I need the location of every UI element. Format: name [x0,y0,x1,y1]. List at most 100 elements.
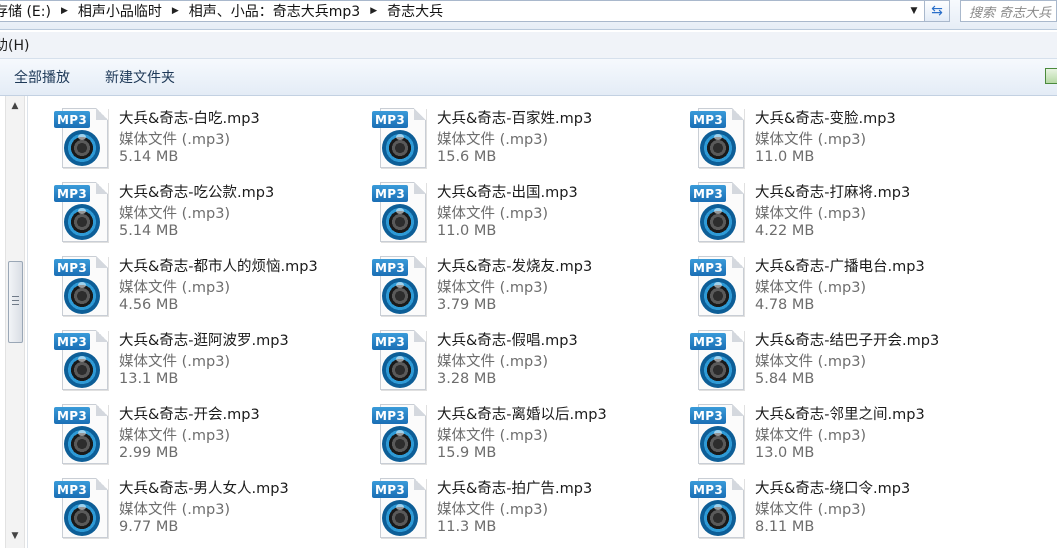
file-type: 媒体文件 (.mp3) [119,354,231,370]
file-item[interactable]: MP3 大兵&奇志-拍广告.mp3 媒体文件 (.mp3) 11.3 MB [372,474,690,548]
file-item[interactable]: MP3 大兵&奇志-假唱.mp3 媒体文件 (.mp3) 3.28 MB [372,326,690,400]
file-size: 13.0 MB [755,445,815,461]
scroll-down-arrow-icon[interactable]: ▼ [6,528,24,544]
mp3-badge: MP3 [372,259,408,276]
file-type: 媒体文件 (.mp3) [119,132,231,148]
disc-icon [382,130,418,166]
file-size: 3.79 MB [437,297,497,313]
mp3-file-icon: MP3 [690,256,746,316]
breadcrumb-drive[interactable]: 存储 (E:) [0,1,55,21]
file-size: 9.77 MB [119,519,179,535]
file-size: 15.9 MB [437,445,497,461]
file-item[interactable]: MP3 大兵&奇志-出国.mp3 媒体文件 (.mp3) 11.0 MB [372,178,690,252]
file-item[interactable]: MP3 大兵&奇志-都市人的烦恼.mp3 媒体文件 (.mp3) 4.56 MB [54,252,372,326]
file-item[interactable]: MP3 大兵&奇志-打麻将.mp3 媒体文件 (.mp3) 4.22 MB [690,178,1008,252]
file-type: 媒体文件 (.mp3) [755,280,867,296]
file-name: 大兵&奇志-打麻将.mp3 [755,185,911,201]
disc-icon [700,500,736,536]
file-item[interactable]: MP3 大兵&奇志-开会.mp3 媒体文件 (.mp3) 2.99 MB [54,400,372,474]
refresh-icon: ⇆ [931,3,943,19]
file-name: 大兵&奇志-出国.mp3 [437,185,578,201]
scroll-up-arrow-icon[interactable]: ▲ [6,98,24,114]
refresh-button[interactable]: ⇆ [925,0,950,22]
disc-icon [700,204,736,240]
mp3-badge: MP3 [690,111,726,128]
mp3-file-icon: MP3 [690,182,746,242]
file-size: 13.1 MB [119,371,179,387]
breadcrumb-separator-icon[interactable]: ▶ [166,6,185,16]
file-name: 大兵&奇志-广播电台.mp3 [755,259,925,275]
file-item[interactable]: MP3 大兵&奇志-百家姓.mp3 媒体文件 (.mp3) 15.6 MB [372,104,690,178]
file-name: 大兵&奇志-拍广告.mp3 [437,481,593,497]
navigation-pane-scrollbar[interactable]: ▲ ▼ [5,96,25,548]
file-name: 大兵&奇志-逛阿波罗.mp3 [119,333,289,349]
scroll-thumb[interactable] [8,261,23,343]
mp3-file-icon: MP3 [690,330,746,390]
disc-icon [382,204,418,240]
file-item[interactable]: MP3 大兵&奇志-男人女人.mp3 媒体文件 (.mp3) 9.77 MB [54,474,372,548]
mp3-badge: MP3 [54,407,90,424]
file-type: 媒体文件 (.mp3) [119,206,231,222]
file-name: 大兵&奇志-离婚以后.mp3 [437,407,607,423]
mp3-badge: MP3 [54,185,90,202]
disc-icon [64,278,100,314]
breadcrumb-folder-2[interactable]: 相声、小品：奇志大兵mp3 [185,1,364,21]
mp3-file-icon: MP3 [372,108,428,168]
disc-icon [700,426,736,462]
play-all-button[interactable]: 全部播放 [8,64,76,90]
file-name: 大兵&奇志-结巴子开会.mp3 [755,333,940,349]
file-name: 大兵&奇志-开会.mp3 [119,407,260,423]
file-item[interactable]: MP3 大兵&奇志-邻里之间.mp3 媒体文件 (.mp3) 13.0 MB [690,400,1008,474]
mp3-badge: MP3 [54,259,90,276]
mp3-badge: MP3 [372,407,408,424]
file-item[interactable]: MP3 大兵&奇志-发烧友.mp3 媒体文件 (.mp3) 3.79 MB [372,252,690,326]
mp3-badge: MP3 [690,259,726,276]
search-input[interactable]: 搜索 奇志大兵 [960,0,1057,22]
change-view-icon[interactable] [1045,68,1057,84]
breadcrumb-separator-icon[interactable]: ▶ [364,6,383,16]
mp3-file-icon: MP3 [54,330,110,390]
file-item[interactable]: MP3 大兵&奇志-逛阿波罗.mp3 媒体文件 (.mp3) 13.1 MB [54,326,372,400]
file-name: 大兵&奇志-绕口令.mp3 [755,481,911,497]
file-name: 大兵&奇志-假唱.mp3 [437,333,578,349]
file-size: 2.99 MB [119,445,179,461]
file-name: 大兵&奇志-邻里之间.mp3 [755,407,925,423]
file-list: MP3 大兵&奇志-白吃.mp3 媒体文件 (.mp3) 5.14 MB MP3 大兵&奇… [54,104,1044,548]
mp3-badge: MP3 [54,481,90,498]
mp3-badge: MP3 [690,333,726,350]
file-size: 5.14 MB [119,149,179,165]
mp3-file-icon: MP3 [54,404,110,464]
disc-icon [700,278,736,314]
file-item[interactable]: MP3 大兵&奇志-广播电台.mp3 媒体文件 (.mp3) 4.78 MB [690,252,1008,326]
file-item[interactable]: MP3 大兵&奇志-离婚以后.mp3 媒体文件 (.mp3) 15.9 MB [372,400,690,474]
file-item[interactable]: MP3 大兵&奇志-绕口令.mp3 媒体文件 (.mp3) 8.11 MB [690,474,1008,548]
file-size: 4.78 MB [755,297,815,313]
file-item[interactable]: MP3 大兵&奇志-白吃.mp3 媒体文件 (.mp3) 5.14 MB [54,104,372,178]
menu-help[interactable]: 助(H) [0,35,29,55]
file-size: 11.3 MB [437,519,497,535]
file-type: 媒体文件 (.mp3) [437,428,549,444]
mp3-badge: MP3 [372,481,408,498]
breadcrumb-separator-icon[interactable]: ▶ [55,6,74,16]
file-item[interactable]: MP3 大兵&奇志-变脸.mp3 媒体文件 (.mp3) 11.0 MB [690,104,1008,178]
file-type: 媒体文件 (.mp3) [755,428,867,444]
file-type: 媒体文件 (.mp3) [755,354,867,370]
file-size: 5.84 MB [755,371,815,387]
breadcrumb-current-folder[interactable]: 奇志大兵 [383,1,447,21]
new-folder-button[interactable]: 新建文件夹 [99,64,181,90]
breadcrumb-folder-1[interactable]: 相声小品临时 [74,1,166,21]
menu-bar: 助(H) [0,32,1057,58]
breadcrumb[interactable]: 存储 (E:) ▶ 相声小品临时 ▶ 相声、小品：奇志大兵mp3 ▶ 奇志大兵 [0,0,925,22]
file-type: 媒体文件 (.mp3) [437,280,549,296]
grip-icon [12,296,19,305]
mp3-badge: MP3 [372,333,408,350]
address-history-dropdown-icon[interactable]: ▼ [905,2,923,20]
file-type: 媒体文件 (.mp3) [119,280,231,296]
disc-icon [382,352,418,388]
mp3-badge: MP3 [372,185,408,202]
file-item[interactable]: MP3 大兵&奇志-结巴子开会.mp3 媒体文件 (.mp3) 5.84 MB [690,326,1008,400]
file-size: 11.0 MB [437,223,497,239]
file-item[interactable]: MP3 大兵&奇志-吃公款.mp3 媒体文件 (.mp3) 5.14 MB [54,178,372,252]
file-name: 大兵&奇志-变脸.mp3 [755,111,896,127]
pane-divider[interactable] [27,96,28,548]
